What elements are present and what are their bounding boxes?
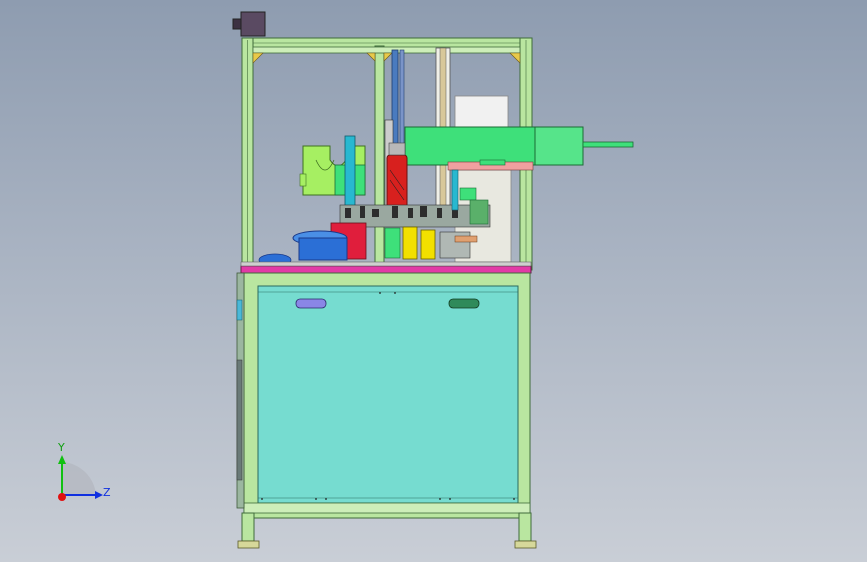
frame-inner-beam	[252, 46, 521, 54]
machine-bed-stripe	[240, 265, 532, 274]
foot-right	[514, 540, 537, 549]
triad-z-label: Z	[103, 486, 111, 499]
foot-left	[237, 540, 260, 549]
triad-y-label: Y	[58, 441, 65, 454]
cabinet-handle-right	[448, 298, 480, 309]
top-motor-box	[240, 11, 266, 37]
machine-model	[58, 11, 634, 549]
cylinder-rod	[582, 141, 634, 148]
vibratory-bowl	[298, 237, 348, 261]
top-motor-shaft	[232, 18, 242, 30]
red-cylinder	[386, 154, 408, 214]
cad-viewport[interactable]: Y Z	[0, 0, 867, 562]
cabinet-panel	[257, 285, 519, 504]
yellow-block-right	[420, 229, 436, 260]
coordinate-triad	[58, 455, 103, 501]
cabinet-handle-left	[295, 298, 327, 309]
yellow-block-left	[402, 226, 418, 260]
frame-center-post	[374, 45, 385, 269]
